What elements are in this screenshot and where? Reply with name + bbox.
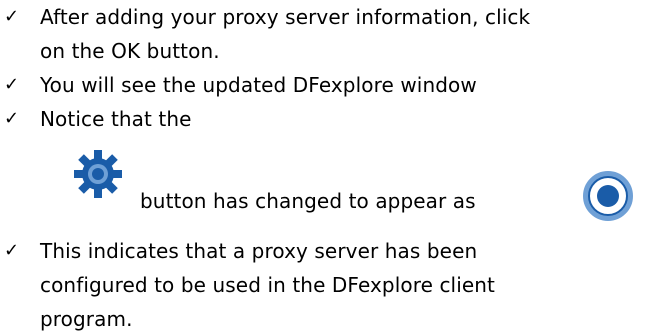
bullet-line: This indicates that a proxy server has b…	[40, 239, 478, 263]
bullet-item-updated-window: ✓ You will see the updated DFexplore win…	[0, 68, 663, 102]
document-page: ✓ After adding your proxy server informa…	[0, 0, 663, 334]
bullet-line: program.	[40, 307, 133, 331]
checkmark-icon: ✓	[4, 74, 20, 95]
icon-change-row: button has changed to appear as	[0, 140, 663, 230]
bullet-line: configured to be used in the DFexplore c…	[40, 273, 495, 297]
bullet-item-ok-button: ✓ After adding your proxy server informa…	[0, 0, 663, 68]
checkmark-icon: ✓	[4, 108, 20, 129]
icon-change-text: button has changed to appear as	[140, 189, 476, 213]
bullet-line: You will see the updated DFexplore windo…	[40, 73, 477, 97]
bullet-line: on the OK button.	[40, 39, 220, 63]
bullet-text: This indicates that a proxy server has b…	[40, 234, 660, 336]
bullet-item-notice: ✓ Notice that the	[0, 102, 663, 136]
gear-icon	[74, 150, 122, 198]
bullet-line: Notice that the	[40, 107, 192, 131]
bullet-text: After adding your proxy server informati…	[40, 0, 660, 68]
radio-target-icon	[583, 171, 633, 221]
checkmark-icon: ✓	[4, 6, 20, 27]
checkmark-icon: ✓	[4, 240, 20, 261]
bullet-line: After adding your proxy server informati…	[40, 5, 531, 29]
bullet-item-proxy-configured: ✓ This indicates that a proxy server has…	[0, 234, 663, 334]
bullet-text: You will see the updated DFexplore windo…	[40, 68, 660, 102]
bullet-text: Notice that the	[40, 102, 660, 136]
